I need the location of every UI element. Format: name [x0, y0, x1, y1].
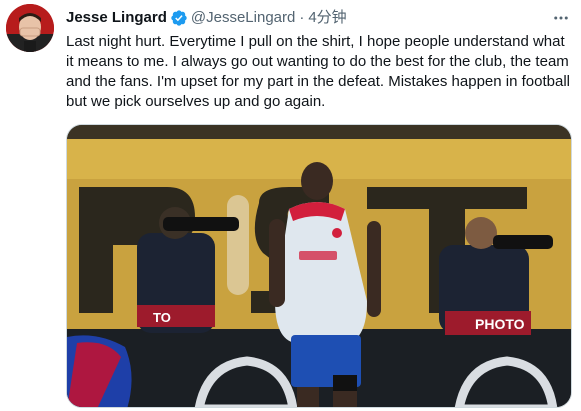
- photo-banner-text: PHOTO: [475, 316, 525, 332]
- user-handle[interactable]: @JesseLingard: [191, 8, 295, 28]
- svg-text:TO: TO: [153, 310, 171, 325]
- verified-badge-icon: [170, 9, 188, 27]
- avatar-image: [6, 4, 54, 52]
- match-photo: TO PHOTO: [67, 125, 571, 407]
- display-name[interactable]: Jesse Lingard: [66, 8, 167, 28]
- separator-dot: ·: [299, 9, 305, 26]
- more-icon[interactable]: [551, 8, 571, 28]
- tweet-media-photo[interactable]: TO PHOTO: [66, 124, 572, 408]
- tweet-text: Last night hurt. Everytime I pull on the…: [66, 33, 570, 110]
- avatar[interactable]: [6, 4, 54, 52]
- tweet-timestamp[interactable]: 4分钟: [308, 8, 346, 28]
- tweet-header: Jesse Lingard @JesseLingard · 4分钟: [66, 8, 571, 28]
